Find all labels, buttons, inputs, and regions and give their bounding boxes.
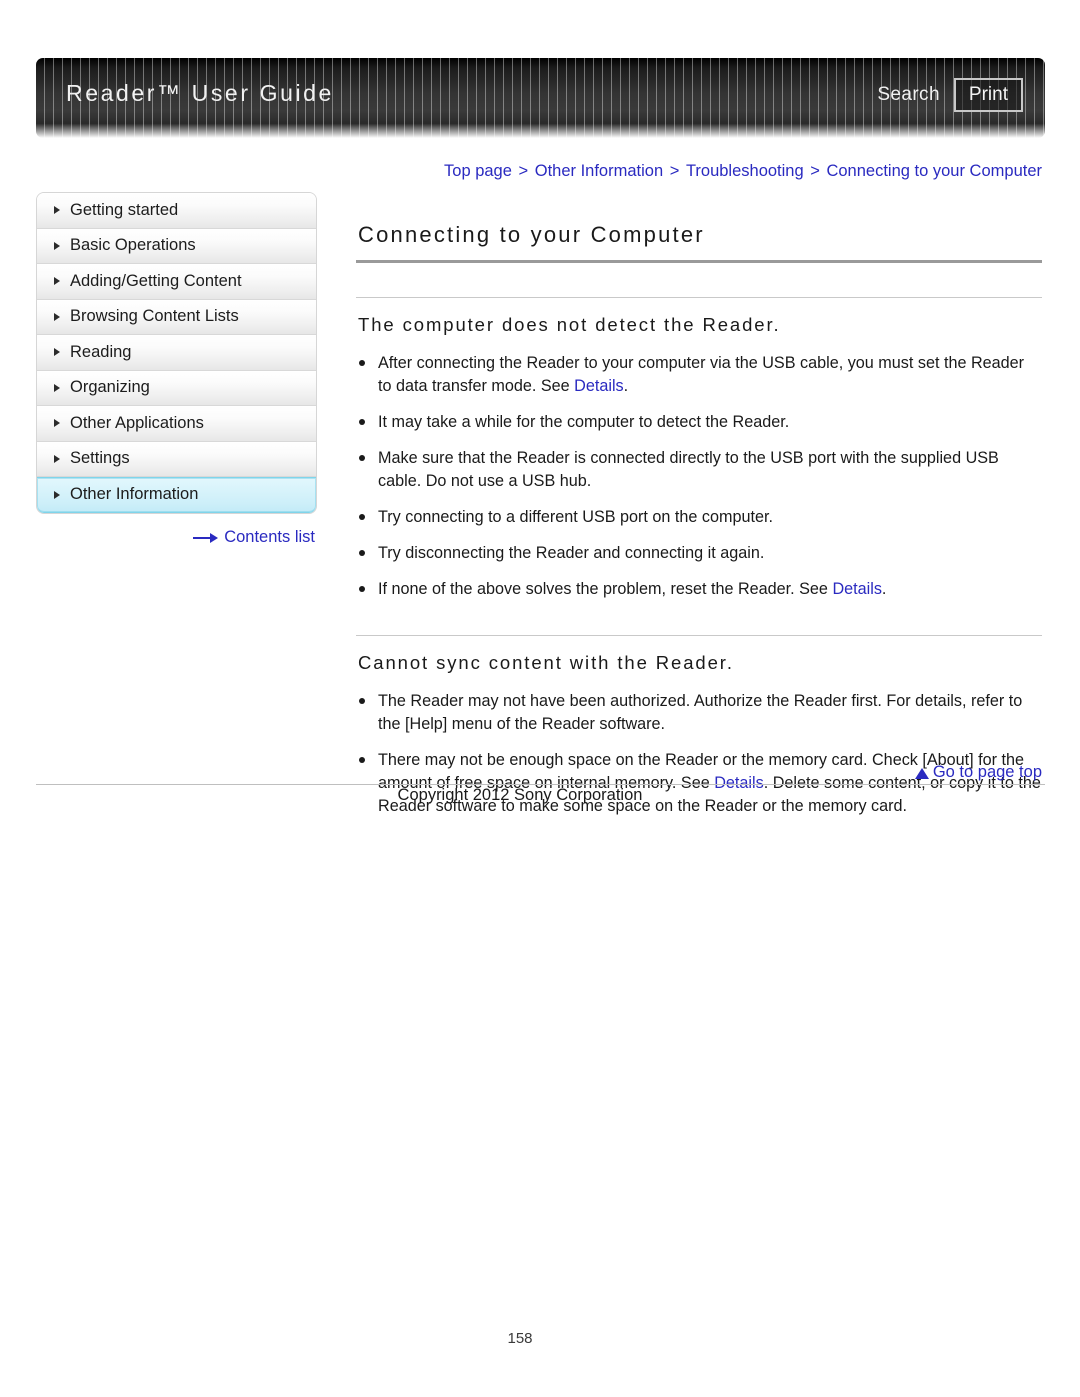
section-heading: Cannot sync content with the Reader. (358, 652, 734, 673)
triangle-right-icon (54, 206, 60, 215)
triangle-right-icon (54, 454, 60, 463)
details-link[interactable]: Details (574, 377, 623, 395)
triangle-up-icon (914, 768, 929, 779)
footer-divider (36, 784, 1045, 785)
brand-title: Reader™ User Guide (66, 80, 334, 106)
bullet-item: The Reader may not have been authorized.… (356, 690, 1042, 736)
sections-container: The computer does not detect the Reader.… (356, 297, 1042, 818)
page-number: 158 (507, 1330, 533, 1347)
section-heading: The computer does not detect the Reader. (358, 314, 781, 335)
bullet-item: Try disconnecting the Reader and connect… (356, 542, 1042, 565)
bullet-item: After connecting the Reader to your comp… (356, 352, 1042, 398)
print-button[interactable]: Print (953, 78, 1023, 112)
sidebar-item-organizing[interactable]: Organizing (37, 370, 316, 406)
sidebar-item-label: Other Information (70, 485, 199, 504)
sidebar-item-other-applications[interactable]: Other Applications (37, 406, 316, 442)
sidebar-item-label: Basic Operations (70, 236, 196, 255)
bullet-item: Make sure that the Reader is connected d… (356, 447, 1042, 493)
sidebar-item-label: Adding/Getting Content (70, 271, 242, 290)
bullet-text: If none of the above solves the problem,… (378, 580, 833, 598)
triangle-right-icon (54, 241, 60, 250)
sidebar-item-getting-started[interactable]: Getting started (37, 193, 316, 229)
sidebar-item-label: Settings (70, 449, 130, 468)
sidebar-item-other-information[interactable]: Other Information (37, 477, 316, 513)
sidebar-item-label: Reading (70, 342, 132, 361)
contents-list-label: Contents list (224, 528, 315, 546)
breadcrumb-item-1[interactable]: Other Information (535, 162, 663, 180)
sidebar-item-settings[interactable]: Settings (37, 441, 316, 477)
bullet-text: . (881, 580, 887, 598)
bullet-item: If none of the above solves the problem,… (356, 578, 1042, 601)
sidebar-item-basic-operations[interactable]: Basic Operations (37, 228, 316, 264)
content-section-0: The computer does not detect the Reader.… (356, 297, 1042, 601)
bullet-item: Try connecting to a different USB port o… (356, 506, 1042, 529)
sidebar-nav: Getting started Basic Operations Adding/Ge… (36, 192, 317, 514)
details-link[interactable]: Details (832, 580, 881, 598)
bullet-text: Try disconnecting the Reader and connect… (378, 544, 765, 562)
header-inner: Reader™ User Guide Search Print (36, 58, 1045, 138)
sidebar-item-label: Other Applications (70, 413, 204, 432)
triangle-right-icon (54, 419, 60, 428)
go-to-page-top-link[interactable]: Go to page top (356, 763, 1042, 782)
triangle-right-icon (54, 490, 60, 499)
triangle-right-icon (54, 348, 60, 357)
sidebar-item-browsing-content-lists[interactable]: Browsing Content Lists (37, 299, 316, 335)
page-title: Connecting to your Computer (358, 222, 705, 247)
main-content: Connecting to your Computer The computer… (356, 222, 1042, 818)
contents-list-link[interactable]: Contents list (36, 528, 315, 547)
breadcrumb-separator: > (665, 162, 684, 180)
sidebar-item-label: Organizing (70, 378, 150, 397)
copyright-text: Copyright 2012 Sony Corporation (397, 786, 643, 804)
breadcrumb-separator: > (513, 162, 533, 180)
sidebar-item-adding-getting-content[interactable]: Adding/Getting Content (37, 264, 316, 300)
bullet-text: Make sure that the Reader is connected d… (378, 449, 999, 490)
sidebar-item-reading[interactable]: Reading (37, 335, 316, 371)
header-actions: Search Print (877, 78, 1023, 112)
triangle-right-icon (54, 277, 60, 286)
bullet-item: It may take a while for the computer to … (356, 411, 1042, 434)
breadcrumb-item-0[interactable]: Top page (444, 162, 512, 180)
triangle-right-icon (54, 312, 60, 321)
bullet-list: After connecting the Reader to your comp… (356, 336, 1042, 601)
bullet-text: . (623, 377, 629, 395)
breadcrumb: Top page > Other Information > Troublesh… (356, 162, 1042, 181)
title-divider (356, 260, 1042, 263)
site-header: Reader™ User Guide Search Print (36, 58, 1045, 138)
bullet-text: Try connecting to a different USB port o… (378, 508, 774, 526)
bullet-text: The Reader may not have been authorized.… (378, 692, 1023, 733)
triangle-right-icon (54, 383, 60, 392)
sidebar-item-label: Browsing Content Lists (70, 307, 239, 326)
arrow-right-icon (193, 532, 219, 543)
breadcrumb-separator: > (805, 162, 825, 180)
sidebar-item-label: Getting started (70, 200, 179, 219)
breadcrumb-item-3[interactable]: Connecting to your Computer (826, 162, 1042, 180)
go-to-page-top-label: Go to page top (932, 763, 1042, 781)
document-page: Reader™ User Guide Search Print Top page… (0, 0, 1080, 1397)
bullet-text: It may take a while for the computer to … (378, 413, 790, 431)
search-link[interactable]: Search (877, 84, 940, 106)
bullet-text: After connecting the Reader to your comp… (378, 354, 1025, 395)
breadcrumb-item-2[interactable]: Troubleshooting (686, 162, 804, 180)
